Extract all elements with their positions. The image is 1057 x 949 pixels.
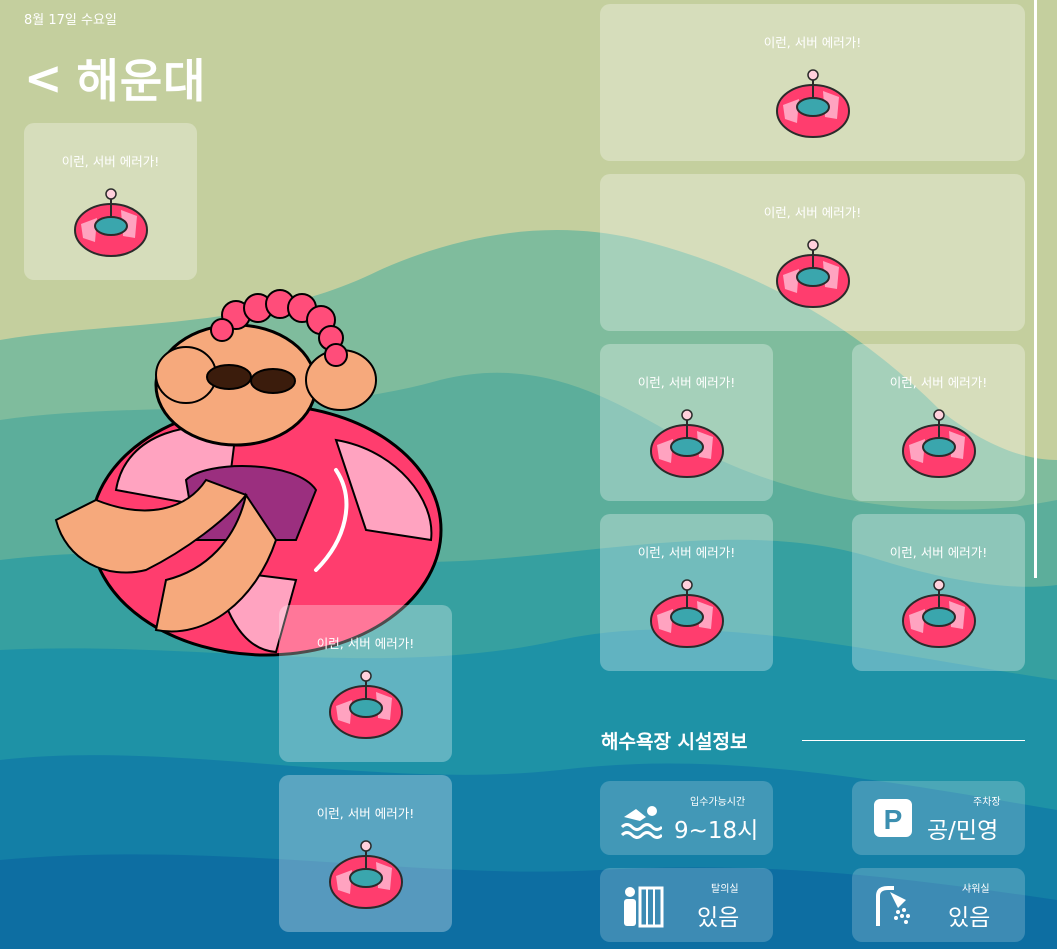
error-card: 이런, 서버 에러가!	[279, 775, 452, 932]
swim-ring-icon	[649, 409, 724, 478]
error-card: 이런, 서버 에러가!	[852, 514, 1025, 671]
swim-ring-icon	[775, 239, 850, 308]
facility-value: 9~18시	[674, 818, 759, 844]
man-on-swim-ring-illustration	[54, 289, 443, 657]
facility-label: 샤워실	[962, 884, 990, 895]
error-message: 이런, 서버 에러가!	[316, 636, 415, 651]
date-label: 8월 17일 수요일	[24, 13, 117, 28]
beach-name: 해운대	[76, 54, 207, 108]
facility-swim-hours: 입수가능시간 9~18시	[600, 781, 773, 855]
error-message: 이런, 서버 에러가!	[637, 375, 736, 390]
swimming-icon	[620, 806, 662, 839]
facility-shower: 샤워실 있음	[852, 868, 1025, 942]
swim-ring-icon	[328, 840, 403, 909]
error-card: 이런, 서버 에러가!	[600, 174, 1025, 331]
facility-changing-room: 탈의실 있음	[600, 868, 773, 942]
error-message: 이런, 서버 에러가!	[763, 205, 862, 220]
error-message: 이런, 서버 에러가!	[61, 154, 160, 169]
error-message: 이런, 서버 에러가!	[889, 545, 988, 560]
facility-value: 공/민영	[927, 818, 999, 844]
error-card: 이런, 서버 에러가!	[24, 123, 197, 280]
scrollbar-thumb[interactable]	[1034, 0, 1037, 578]
back-chevron-icon[interactable]: <	[24, 55, 63, 101]
swim-ring-icon	[901, 409, 976, 478]
facilities-title: 해수욕장 시설정보	[601, 731, 748, 753]
error-message: 이런, 서버 에러가!	[889, 375, 988, 390]
error-card: 이런, 서버 에러가!	[600, 4, 1025, 161]
error-message: 이런, 서버 에러가!	[637, 545, 736, 560]
error-card: 이런, 서버 에러가!	[852, 344, 1025, 501]
facility-parking: P 주차장 공/민영	[852, 781, 1025, 855]
swim-ring-icon	[775, 69, 850, 138]
error-message: 이런, 서버 에러가!	[763, 35, 862, 50]
swim-ring-icon	[649, 579, 724, 648]
shower-icon	[876, 886, 910, 926]
error-card: 이런, 서버 에러가!	[600, 514, 773, 671]
changing-room-icon	[624, 886, 664, 928]
facility-label: 입수가능시간	[690, 797, 746, 808]
facility-value: 있음	[697, 905, 740, 931]
swim-ring-icon	[901, 579, 976, 648]
swim-ring-icon	[73, 188, 148, 257]
error-card: 이런, 서버 에러가!	[279, 605, 452, 762]
error-card: 이런, 서버 에러가!	[600, 344, 773, 501]
svg-text:P: P	[884, 804, 903, 835]
facility-value: 있음	[948, 905, 991, 931]
swim-ring-icon	[328, 670, 403, 739]
facility-label: 탈의실	[711, 884, 739, 895]
parking-icon: P	[874, 799, 912, 837]
section-divider	[802, 740, 1025, 741]
page-title: < 해운대	[24, 48, 207, 108]
facility-label: 주차장	[973, 797, 1001, 808]
error-message: 이런, 서버 에러가!	[316, 806, 415, 821]
